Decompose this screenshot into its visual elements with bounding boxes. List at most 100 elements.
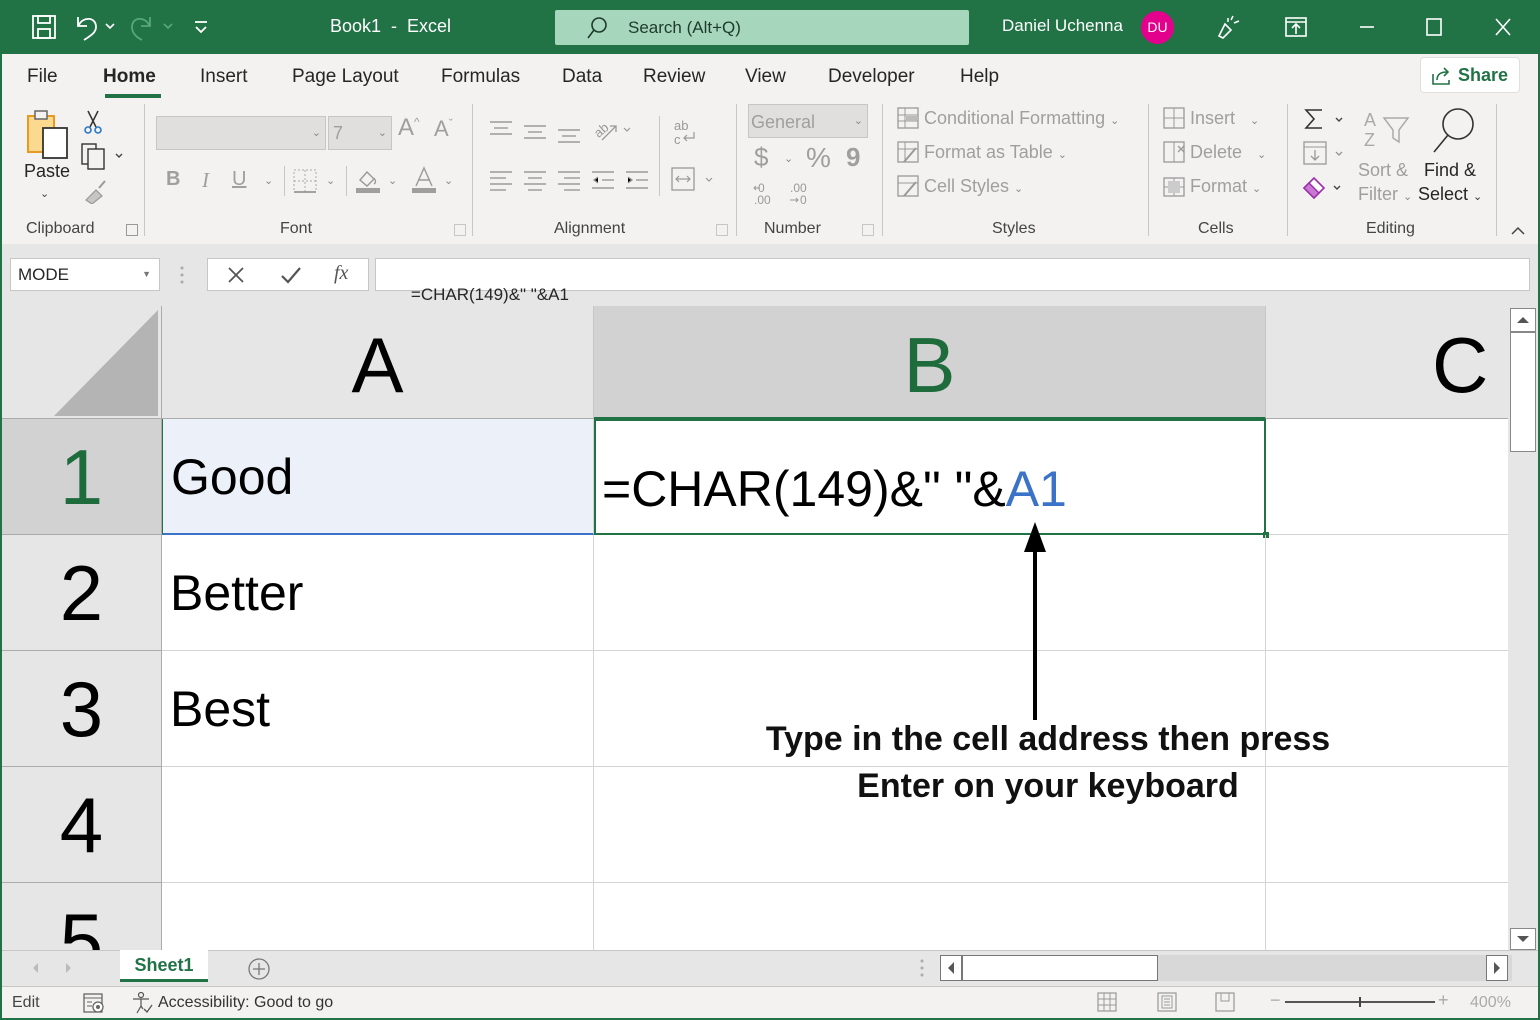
- format-as-table-icon: [896, 140, 920, 164]
- row-header-3[interactable]: 3: [2, 651, 162, 767]
- zoom-out-button[interactable]: −: [1270, 990, 1281, 1011]
- minimize-icon[interactable]: [1354, 14, 1380, 40]
- name-box-dropdown-icon[interactable]: ▼: [142, 269, 151, 279]
- insert-function-icon[interactable]: fx: [334, 262, 348, 285]
- chevron-down-icon: ⌄: [853, 115, 863, 127]
- autosum-icon[interactable]: [1302, 106, 1348, 132]
- font-size-value: 7: [333, 123, 344, 143]
- ribbon-display-options-icon[interactable]: [1283, 14, 1309, 40]
- tab-developer[interactable]: Developer: [828, 66, 915, 88]
- cell-c2[interactable]: [1266, 535, 1508, 651]
- row-header-1[interactable]: 1: [2, 419, 162, 535]
- tab-split-grip-icon[interactable]: [920, 959, 924, 977]
- cancel-entry-icon[interactable]: [226, 265, 246, 285]
- row-header-2[interactable]: 2: [2, 535, 162, 651]
- ribbon: File Home Insert Page Layout Formulas Da…: [2, 54, 1538, 244]
- sort-filter-label-1: Sort &: [1358, 160, 1409, 180]
- tab-file[interactable]: File: [27, 66, 58, 88]
- tab-view[interactable]: View: [745, 66, 786, 88]
- select-all-button[interactable]: [2, 306, 162, 419]
- chevron-down-icon: ⌄: [377, 127, 387, 139]
- next-sheet-icon[interactable]: [64, 961, 74, 975]
- search-input[interactable]: Search (Alt+Q): [555, 10, 969, 45]
- zoom-level[interactable]: 400%: [1470, 994, 1511, 1012]
- redo-icon: [124, 13, 176, 41]
- share-button[interactable]: Share: [1420, 57, 1520, 93]
- cell-c1[interactable]: [1266, 419, 1508, 535]
- user-name[interactable]: Daniel Uchenna: [1002, 16, 1123, 36]
- accessibility-status[interactable]: Accessibility: Good to go: [158, 994, 333, 1012]
- group-divider: [144, 104, 145, 236]
- save-icon[interactable]: [30, 13, 58, 41]
- tab-page-layout[interactable]: Page Layout: [292, 66, 399, 88]
- tab-insert[interactable]: Insert: [200, 66, 248, 88]
- cut-icon[interactable]: [82, 109, 104, 135]
- increase-decimal-icon: 0.00.00 0: [752, 180, 816, 208]
- undo-icon[interactable]: [72, 13, 120, 41]
- find-select-button[interactable]: Select ⌄: [1418, 184, 1482, 205]
- accessibility-icon[interactable]: [130, 991, 154, 1015]
- cell-a3[interactable]: Best: [162, 651, 594, 767]
- clear-icon[interactable]: [1302, 174, 1348, 200]
- formula-text: =CHAR(149)&" "&A1: [410, 285, 569, 304]
- zoom-slider[interactable]: [1285, 997, 1435, 1007]
- row-header-4[interactable]: 4: [2, 767, 162, 883]
- previous-sheet-icon[interactable]: [30, 961, 40, 975]
- paste-label[interactable]: Paste: [24, 161, 70, 182]
- page-break-preview-icon[interactable]: [1214, 991, 1236, 1013]
- scroll-up-button[interactable]: [1510, 308, 1536, 332]
- orientation-icon: ab: [592, 116, 636, 144]
- normal-view-icon[interactable]: [1096, 991, 1118, 1013]
- zoom-slider-thumb[interactable]: [1359, 997, 1361, 1007]
- paste-dropdown-icon[interactable]: ⌄: [40, 187, 49, 200]
- formula-input[interactable]: =CHAR(149)&" "&A1: [375, 258, 1530, 317]
- scroll-down-button[interactable]: [1510, 928, 1536, 950]
- confirm-entry-icon[interactable]: [280, 265, 302, 285]
- scroll-right-button[interactable]: [1486, 955, 1508, 981]
- maximize-icon[interactable]: [1421, 14, 1447, 40]
- cell-c5[interactable]: [1266, 883, 1508, 950]
- zoom-in-button[interactable]: +: [1438, 990, 1449, 1011]
- format-cells-button: Format ⌄: [1190, 176, 1262, 196]
- customize-quick-access-icon[interactable]: [190, 13, 212, 41]
- cell-b1[interactable]: =CHAR(149)&" "&A1: [594, 419, 1266, 535]
- title-bar: Book1 - Excel Search (Alt+Q) Daniel Uche…: [0, 0, 1540, 54]
- clipboard-launcher-icon[interactable]: [126, 224, 138, 236]
- find-select-icon[interactable]: [1430, 106, 1478, 156]
- cell-a2[interactable]: Better: [162, 535, 594, 651]
- name-box[interactable]: MODE ▼: [10, 258, 160, 291]
- tab-data[interactable]: Data: [562, 66, 602, 88]
- horizontal-scroll-thumb[interactable]: [962, 955, 1158, 981]
- scroll-left-button[interactable]: [940, 955, 962, 981]
- sheet-tab-sheet1[interactable]: Sheet1: [120, 950, 208, 982]
- copy-icon[interactable]: [80, 142, 126, 170]
- formula-bar-grip-icon[interactable]: [180, 266, 184, 284]
- add-sheet-icon[interactable]: [247, 957, 271, 981]
- page-layout-view-icon[interactable]: [1156, 991, 1178, 1013]
- vertical-scroll-thumb[interactable]: [1510, 332, 1536, 452]
- close-icon[interactable]: [1490, 14, 1516, 40]
- cell-a5[interactable]: [162, 883, 594, 950]
- vertical-scrollbar[interactable]: [1508, 306, 1538, 950]
- find-select-label-1[interactable]: Find &: [1424, 160, 1476, 181]
- tab-review[interactable]: Review: [643, 66, 705, 88]
- font-group-label: Font: [280, 220, 313, 237]
- row-header-5[interactable]: 5: [2, 883, 162, 950]
- coauthoring-icon[interactable]: [1215, 14, 1241, 40]
- tab-formulas[interactable]: Formulas: [441, 66, 520, 88]
- cell-b5[interactable]: [594, 883, 1266, 950]
- collapse-ribbon-icon[interactable]: [1510, 224, 1526, 236]
- column-header-c[interactable]: C: [1266, 306, 1508, 419]
- tab-home[interactable]: Home: [103, 66, 156, 88]
- paste-icon[interactable]: [25, 108, 71, 162]
- column-header-a[interactable]: A: [162, 306, 594, 419]
- cell-a1[interactable]: Good: [162, 419, 594, 535]
- column-header-b[interactable]: B: [594, 306, 1266, 419]
- horizontal-scrollbar[interactable]: [940, 955, 1512, 981]
- tab-help[interactable]: Help: [960, 66, 999, 88]
- avatar[interactable]: DU: [1141, 11, 1174, 44]
- cell-b2[interactable]: [594, 535, 1266, 651]
- macro-recording-icon[interactable]: [82, 992, 106, 1014]
- chevron-down-icon: ⌄: [264, 175, 274, 187]
- cell-a4[interactable]: [162, 767, 594, 883]
